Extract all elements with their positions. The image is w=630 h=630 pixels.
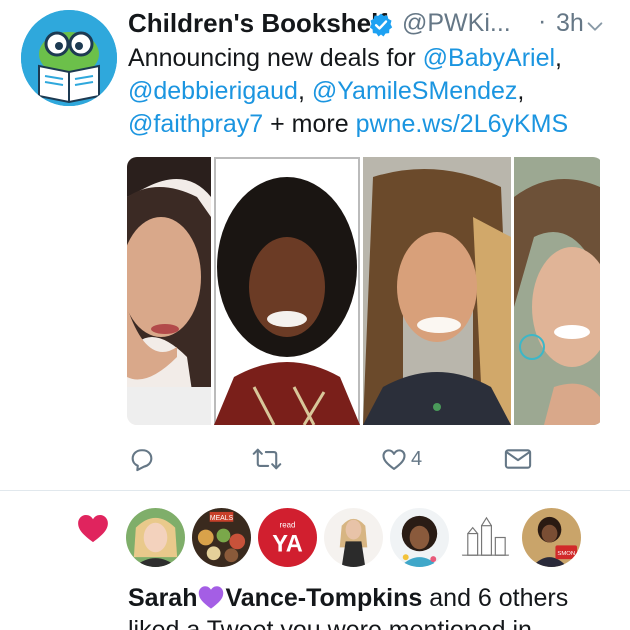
avatar[interactable] [126,508,185,567]
time-separator: · [538,7,547,35]
divider [0,490,630,491]
tweet-actions: 4 [128,444,548,474]
tweet-text: Announcing new deals for @BabyAriel, @de… [128,42,618,141]
retweet-icon [252,448,282,470]
direct-message-button[interactable] [503,444,533,474]
mention-link[interactable]: @YamileSMendez [312,77,518,105]
mention-link[interactable]: @BabyAriel [423,44,555,72]
notification-suffix: and 6 others [422,584,569,612]
reply-button[interactable] [128,444,156,474]
text-fragment: , [297,77,312,105]
avatar[interactable] [324,508,383,567]
notification-text-line-2: liked a Tweet you were mentioned in [128,616,532,630]
tweet-text-line-3: @faithpray7 + more pwne.ws/2L6yKMS [128,108,618,141]
tweet-text-line-2: @debbierigaud, @YamileSMendez, [128,75,618,108]
tweet-time[interactable]: 3h [556,9,584,38]
liker-avatars: MEALS read YA SMON [126,508,581,570]
avatar[interactable] [456,508,515,567]
avatar-text: MEALS [210,515,234,522]
like-icon [382,449,406,470]
tweet-header: Children's Bookshelf @PWKi... · 3h [128,6,618,42]
avatar[interactable]: SMON [522,508,581,567]
text-fragment: Announcing new deals for [128,44,423,72]
media-photo[interactable] [514,157,600,425]
verified-badge-icon [369,13,393,37]
tweet-media-grid [127,157,603,425]
url-link[interactable]: pwne.ws/2L6yKMS [356,110,569,138]
notification-text: Sarah Vance-Tompkins and 6 others [128,582,628,614]
media-photo[interactable] [127,157,211,425]
like-button[interactable]: 4 [380,444,422,474]
text-fragment: + more [263,110,356,138]
media-photo[interactable] [363,157,511,425]
avatar[interactable]: MEALS [192,508,251,567]
avatar[interactable]: read YA [258,508,317,567]
text-fragment: , [517,77,525,105]
text-fragment: , [555,44,562,72]
avatar[interactable] [390,508,449,567]
avatar-text: YA [272,531,303,557]
media-photo[interactable] [214,157,360,425]
author-name[interactable]: Children's Bookshelf [128,8,387,39]
chevron-down-icon[interactable] [584,16,606,38]
author-avatar[interactable] [21,10,117,106]
retweet-button[interactable] [252,444,282,474]
mention-link[interactable]: @debbierigaud [128,77,298,105]
mention-link[interactable]: @faithpray7 [128,110,263,138]
avatar-text: read [280,521,296,530]
purple-heart-icon [199,586,224,609]
reply-icon [131,449,153,472]
user-name-last[interactable]: Vance-Tompkins [225,584,422,612]
avatar-text: SMON [557,551,575,557]
author-handle[interactable]: @PWKi... [402,9,511,38]
like-count: 4 [411,447,423,470]
direct-message-icon [504,449,532,469]
tweet-text-line-1: Announcing new deals for @BabyAriel, [128,42,618,75]
heart-icon [78,514,108,543]
user-name-first[interactable]: Sarah [128,584,197,612]
